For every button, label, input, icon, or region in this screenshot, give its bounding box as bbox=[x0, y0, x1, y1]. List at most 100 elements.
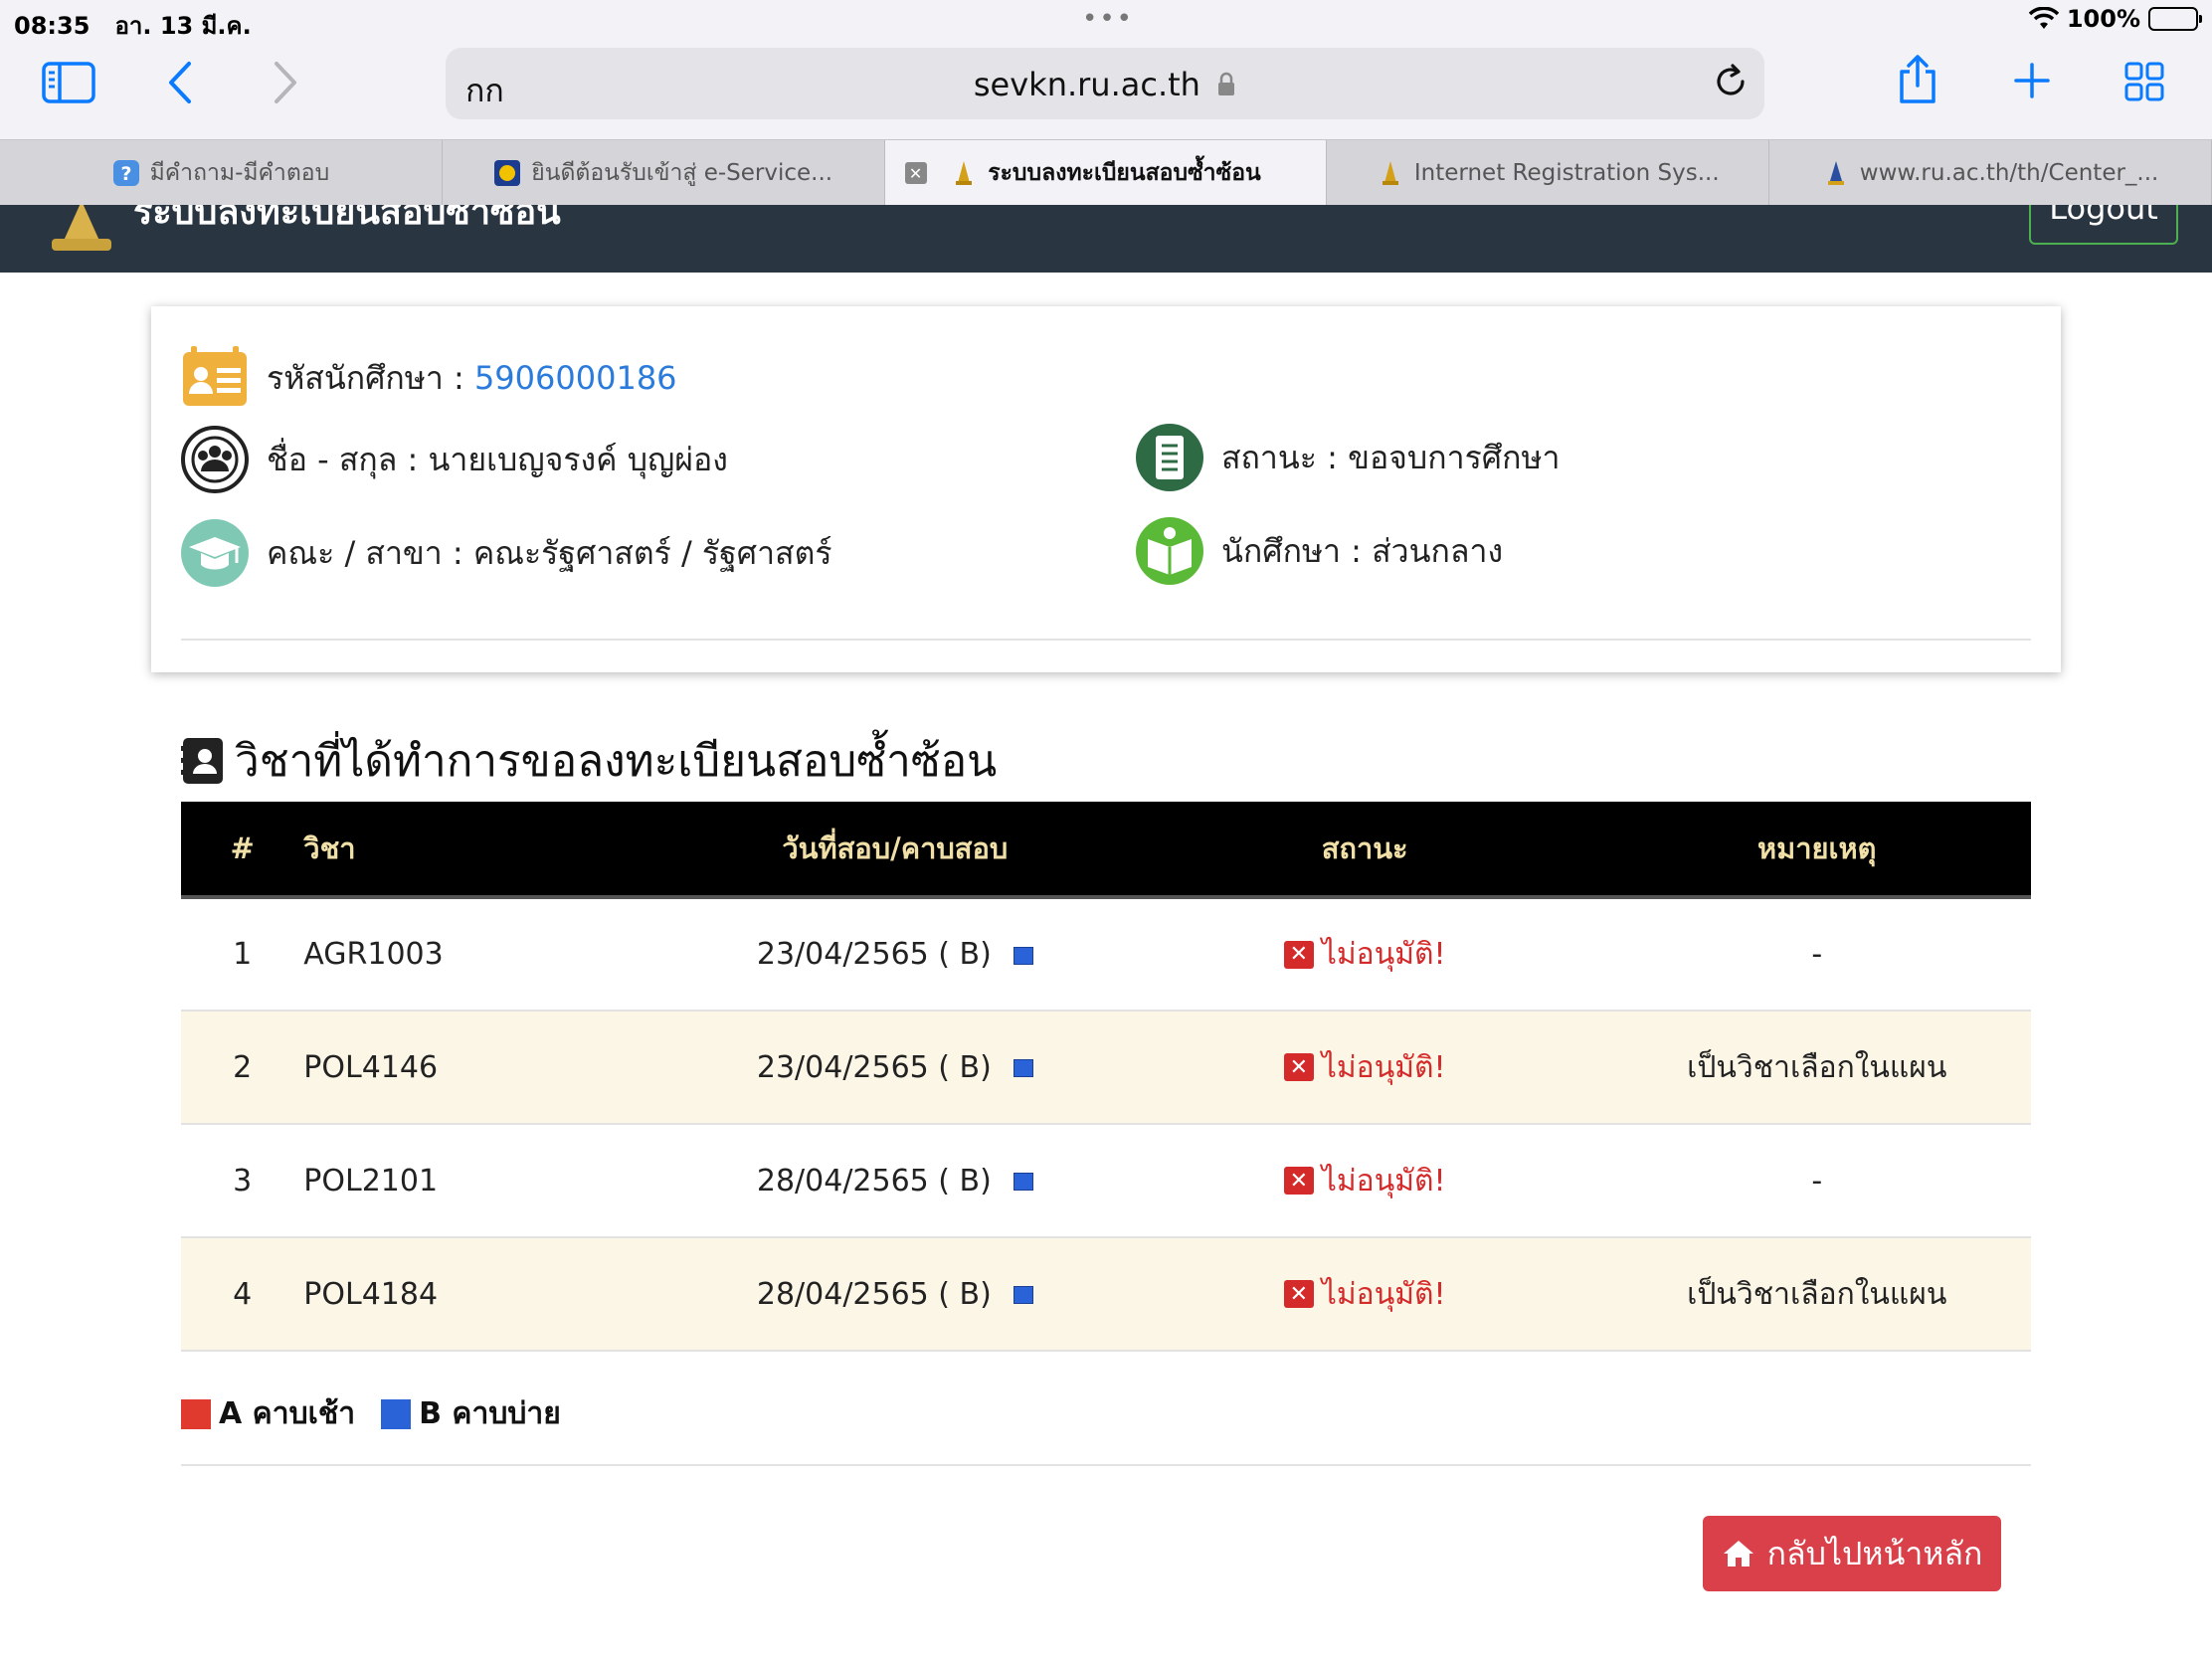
status-bar: 08:35 อา. 13 มี.ค. ••• 100% bbox=[0, 0, 2212, 40]
afternoon-color-swatch bbox=[381, 1398, 412, 1429]
table-row: 1 AGR1003 23/04/2565 ( B) ✕ ไม่อนุมัติ! - bbox=[181, 897, 2031, 1012]
header-note: หมายเหตุ bbox=[1602, 802, 2031, 899]
status-right: 100% bbox=[2028, 5, 2202, 33]
row-date: 28/04/2565 ( B) bbox=[662, 1124, 1127, 1238]
back-chevron-icon[interactable] bbox=[165, 60, 195, 105]
card-divider bbox=[181, 639, 2031, 641]
afternoon-period-marker bbox=[1013, 1286, 1033, 1304]
university-logo bbox=[52, 205, 111, 251]
ru-emblem-icon bbox=[1377, 159, 1404, 187]
notebook-icon bbox=[1136, 424, 1203, 491]
id-card-icon bbox=[183, 346, 247, 406]
row-date: 28/04/2565 ( B) bbox=[662, 1237, 1127, 1352]
row-subject: POL2101 bbox=[303, 1124, 663, 1238]
legend-morning: A คาบเช้า bbox=[181, 1390, 355, 1437]
student-id-label: รหัสนักศึกษา : bbox=[267, 358, 464, 397]
reject-x-icon: ✕ bbox=[1283, 1167, 1314, 1195]
back-to-home-button[interactable]: กลับไปหน้าหลัก bbox=[1703, 1516, 2001, 1591]
student-id-value: 5906000186 bbox=[473, 358, 677, 397]
header-date: วันที่สอบ/คาบสอบ bbox=[662, 802, 1127, 899]
battery-percent: 100% bbox=[2066, 5, 2140, 33]
row-note: - bbox=[1602, 897, 2031, 1012]
sidebar-toggle-icon[interactable] bbox=[42, 62, 95, 103]
tab-label: มีคำถาม-มีคำตอบ bbox=[149, 160, 330, 186]
battery-icon bbox=[2148, 7, 2202, 31]
ru-emblem-icon bbox=[1822, 159, 1850, 187]
header-num: # bbox=[181, 802, 304, 899]
wifi-icon bbox=[2028, 7, 2059, 29]
close-tab-icon[interactable]: ✕ bbox=[904, 162, 927, 184]
browser-tab-active[interactable]: ✕ ระบบลงทะเบียนสอบซ้ำซ้อน bbox=[884, 140, 1328, 206]
new-tab-plus-icon[interactable] bbox=[2013, 62, 2051, 99]
row-subject: POL4146 bbox=[303, 1011, 663, 1125]
tab-label: ระบบลงทะเบียนสอบซ้ำซ้อน bbox=[988, 160, 1261, 186]
table-header-row: # วิชา วันที่สอบ/คาบสอบ สถานะ หมายเหตุ bbox=[181, 802, 2031, 899]
row-subject: AGR1003 bbox=[303, 897, 663, 1012]
afternoon-period-marker bbox=[1013, 946, 1033, 965]
student-status-row: สถานะ : ขอจบการศึกษา bbox=[1134, 422, 1561, 493]
afternoon-period-marker bbox=[1013, 1173, 1033, 1191]
student-name: ชื่อ - สกุล : นายเบญจรงค์ บุญผ่อง bbox=[267, 440, 728, 478]
row-status: ✕ ไม่อนุมัติ! bbox=[1126, 897, 1603, 1012]
legend-afternoon: B คาบบ่าย bbox=[381, 1390, 561, 1437]
row-date: 23/04/2565 ( B) bbox=[662, 897, 1127, 1012]
morning-color-swatch bbox=[181, 1398, 211, 1429]
afternoon-period-marker bbox=[1013, 1059, 1033, 1077]
row-note: เป็นวิชาเลือกในแผน bbox=[1602, 1011, 2031, 1125]
multitasking-dots-icon[interactable]: ••• bbox=[1082, 4, 1134, 34]
student-faculty: คณะ / สาขา : คณะรัฐศาสตร์ / รัฐศาสตร์ bbox=[267, 533, 832, 572]
section-title: วิชาที่ได้ทำการขอลงทะเบียนสอบซ้ำซ้อน bbox=[181, 726, 997, 796]
row-num: 4 bbox=[181, 1237, 304, 1352]
browser-tab[interactable]: ยินดีต้อนรับเข้าสู่ e-Service... bbox=[443, 140, 885, 206]
eservice-logo-icon bbox=[493, 159, 521, 187]
student-faculty-row: คณะ / สาขา : คณะรัฐศาสตร์ / รัฐศาสตร์ bbox=[179, 517, 832, 589]
tab-label: www.ru.ac.th/th/Center_... bbox=[1859, 160, 2159, 186]
site-header: ระบบลงทะเบียนสอบซ้ำซ้อน Logout bbox=[0, 205, 2212, 273]
browser-tab[interactable]: Internet Registration Sys... bbox=[1327, 140, 1770, 206]
row-note: เป็นวิชาเลือกในแผน bbox=[1602, 1237, 2031, 1352]
row-subject: POL4184 bbox=[303, 1237, 663, 1352]
row-status: ✕ ไม่อนุมัติ! bbox=[1126, 1237, 1603, 1352]
back-to-home-label: กลับไปหน้าหลัก bbox=[1766, 1534, 1983, 1572]
row-status: ✕ ไม่อนุมัติ! bbox=[1126, 1011, 1603, 1125]
row-status: ✕ ไม่อนุมัติ! bbox=[1126, 1124, 1603, 1238]
browser-toolbar: กก sevkn.ru.ac.th bbox=[0, 40, 2212, 139]
row-num: 1 bbox=[181, 897, 304, 1012]
address-bar[interactable]: กก sevkn.ru.ac.th bbox=[446, 48, 1764, 119]
student-status: สถานะ : ขอจบการศึกษา bbox=[1221, 438, 1561, 476]
table-row: 2 POL4146 23/04/2565 ( B) ✕ ไม่อนุมัติ! เ… bbox=[181, 1011, 2031, 1125]
reject-x-icon: ✕ bbox=[1283, 940, 1314, 969]
reject-x-icon: ✕ bbox=[1283, 1053, 1314, 1081]
site-title: ระบบลงทะเบียนสอบซ้ำซ้อน bbox=[133, 205, 561, 233]
table-row: 4 POL4184 28/04/2565 ( B) ✕ ไม่อนุมัติ! เ… bbox=[181, 1237, 2031, 1352]
lock-icon bbox=[1218, 72, 1235, 95]
forward-chevron-icon[interactable] bbox=[271, 60, 300, 105]
row-note: - bbox=[1602, 1124, 2031, 1238]
student-type: นักศึกษา : ส่วนกลาง bbox=[1221, 531, 1504, 570]
group-people-icon bbox=[181, 426, 249, 493]
tab-label: Internet Registration Sys... bbox=[1413, 160, 1720, 186]
contact-book-icon bbox=[181, 738, 223, 784]
tab-strip: ? มีคำถาม-มีคำตอบ ยินดีต้อนรับเข้าสู่ e-… bbox=[0, 139, 2212, 206]
student-id-row: รหัสนักศึกษา : 5906000186 bbox=[179, 342, 677, 414]
table-row: 3 POL2101 28/04/2565 ( B) ✕ ไม่อนุมัติ! - bbox=[181, 1124, 2031, 1238]
header-status: สถานะ bbox=[1126, 802, 1603, 899]
reload-icon[interactable] bbox=[1711, 62, 1751, 105]
reject-x-icon: ✕ bbox=[1283, 1280, 1314, 1308]
graduation-cap-icon bbox=[181, 519, 249, 587]
tab-label: ยินดีต้อนรับเข้าสู่ e-Service... bbox=[531, 160, 833, 186]
student-type-row: นักศึกษา : ส่วนกลาง bbox=[1134, 515, 1503, 587]
row-date: 23/04/2565 ( B) bbox=[662, 1011, 1127, 1125]
section-title-text: วิชาที่ได้ทำการขอลงทะเบียนสอบซ้ำซ้อน bbox=[235, 736, 998, 787]
home-icon bbox=[1723, 1541, 1753, 1567]
tab-overview-icon[interactable] bbox=[2124, 62, 2164, 101]
question-icon: ? bbox=[112, 159, 140, 187]
share-icon[interactable] bbox=[1896, 54, 1939, 105]
student-info-card: รหัสนักศึกษา : 5906000186 ชื่อ - สกุล : … bbox=[151, 306, 2061, 672]
browser-tab[interactable]: www.ru.ac.th/th/Center_... bbox=[1769, 140, 2212, 206]
browser-tab[interactable]: ? มีคำถาม-มีคำตอบ bbox=[0, 140, 443, 206]
ru-emblem-icon bbox=[950, 159, 978, 187]
header-subject: วิชา bbox=[303, 802, 663, 899]
row-num: 3 bbox=[181, 1124, 304, 1238]
logout-button[interactable]: Logout bbox=[2029, 205, 2178, 245]
